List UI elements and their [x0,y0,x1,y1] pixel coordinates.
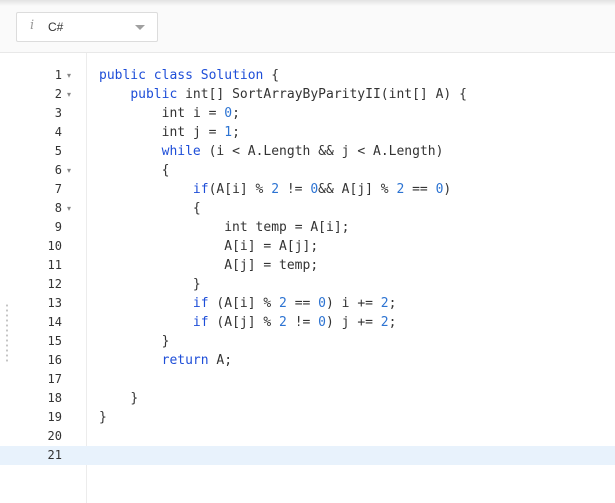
code-line[interactable]: 8 ▾ { [0,199,615,218]
code-text: } [192,277,201,292]
editor-toolbar: i C# [0,0,615,53]
code-line[interactable]: 18 } [0,389,615,408]
code-text: } [130,391,139,406]
line-number: 16 [47,353,62,367]
chevron-down-icon[interactable] [135,25,145,30]
line-number: 13 [47,296,62,310]
language-label: C# [48,20,64,34]
code-line[interactable]: 21 [0,446,615,465]
code-text: { [192,201,201,216]
code-line[interactable]: 5 while (i < A.Length && j < A.Length) [0,142,615,161]
line-number: 2 [54,87,62,101]
code-line[interactable]: 3 int i = 0; [0,104,615,123]
line-number: 12 [47,277,62,291]
line-number: 5 [54,144,62,158]
code-line[interactable]: 13 if (A[i] % 2 == 0) i += 2; [0,294,615,313]
line-number: 7 [54,182,62,196]
fold-arrow-icon[interactable]: ▾ [67,66,71,85]
line-number: 3 [54,106,62,120]
language-select[interactable]: i C# [16,12,158,42]
code-line[interactable]: 1 ▾ public class Solution { [0,66,615,85]
fold-arrow-icon[interactable]: ▾ [67,85,71,104]
line-number: 20 [47,429,62,443]
code-text: } [99,410,107,425]
code-line[interactable]: 19} [0,408,615,427]
code-line[interactable]: 6 ▾ { [0,161,615,180]
line-number: 11 [47,258,62,272]
line-number: 9 [54,220,62,234]
fold-arrow-icon[interactable]: ▾ [67,161,71,180]
code-text: public class Solution { [99,68,280,83]
code-editor[interactable]: 1 ▾ public class Solution { 2 ▾ public int[]… [0,53,615,503]
code-text: int temp = A[i]; [224,220,350,235]
code-line[interactable]: 14 if (A[j] % 2 != 0) j += 2; [0,313,615,332]
code-line[interactable]: 9 int temp = A[i]; [0,218,615,237]
code-line[interactable]: 17 [0,370,615,389]
line-number: 8 [54,201,62,215]
code-text: A[j] = temp; [224,258,319,273]
code-line[interactable]: 10 A[i] = A[j]; [0,237,615,256]
line-number: 1 [54,68,62,82]
toolbar-shadow [0,0,615,6]
line-number: 10 [47,239,62,253]
code-text: if (A[j] % 2 != 0) j += 2; [192,315,397,330]
code-line[interactable]: 4 int j = 1; [0,123,615,142]
line-number: 14 [47,315,62,329]
line-number: 15 [47,334,62,348]
code-text: int j = 1; [161,125,240,140]
code-text: public int[] SortArrayByParityII(int[] A… [130,87,467,102]
code-text: A[i] = A[j]; [224,239,319,254]
line-number: 18 [47,391,62,405]
code-line[interactable]: 11 A[j] = temp; [0,256,615,275]
code-text: int i = 0; [161,106,240,121]
code-line[interactable]: 12 } [0,275,615,294]
code-text: if(A[i] % 2 != 0&& A[j] % 2 == 0) [192,182,452,197]
line-number: 17 [47,372,62,386]
code-text: } [161,334,170,349]
line-number: 19 [47,410,62,424]
line-number: 4 [54,125,62,139]
info-icon: i [30,18,35,33]
code-text: while (i < A.Length && j < A.Length) [161,144,444,159]
line-number: 21 [47,448,62,462]
fold-arrow-icon[interactable]: ▾ [67,199,71,218]
line-number: 6 [54,163,62,177]
code-line[interactable]: 15 } [0,332,615,351]
code-line[interactable]: 7 if(A[i] % 2 != 0&& A[j] % 2 == 0) [0,180,615,199]
code-text: if (A[i] % 2 == 0) i += 2; [192,296,397,311]
code-line[interactable]: 16 return A; [0,351,615,370]
code-line[interactable]: 2 ▾ public int[] SortArrayByParityII(int[… [0,85,615,104]
code-text: return A; [161,353,233,368]
code-text: { [161,163,170,178]
code-line[interactable]: 20 [0,427,615,446]
